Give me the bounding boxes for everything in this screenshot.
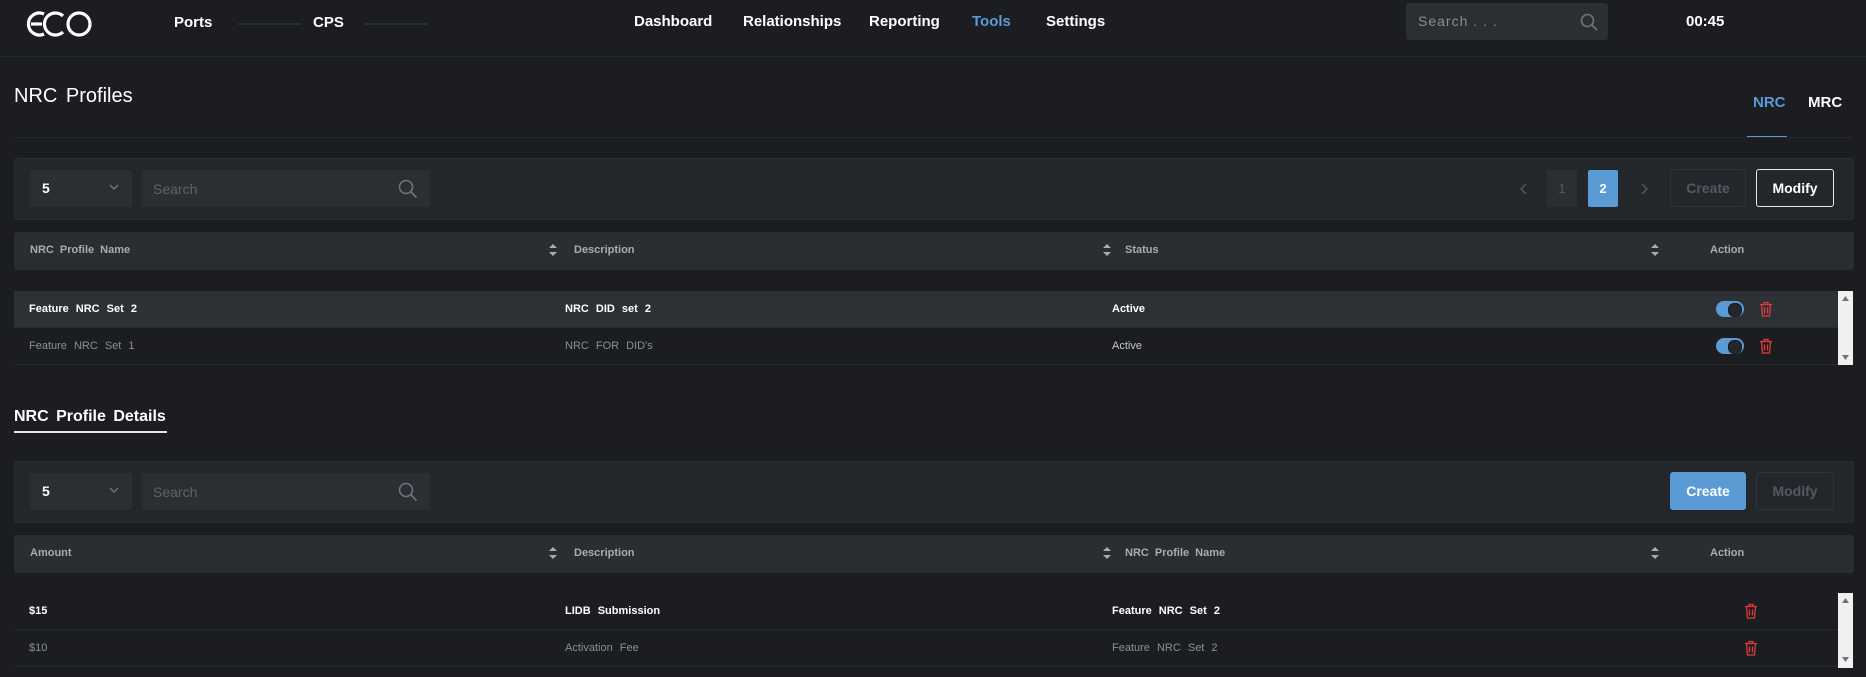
details-toolbar: 5 Search Create Modify bbox=[14, 461, 1854, 523]
sort-icon[interactable] bbox=[1102, 546, 1112, 560]
sort-icon[interactable] bbox=[1102, 243, 1112, 257]
details-modify-button[interactable]: Modify bbox=[1756, 472, 1834, 510]
col-action: Action bbox=[1710, 244, 1745, 256]
profiles-table-header: NRC Profile Name Description Status Acti… bbox=[14, 232, 1854, 270]
sort-icon[interactable] bbox=[548, 243, 558, 257]
search-icon[interactable] bbox=[398, 482, 418, 502]
trash-icon[interactable] bbox=[1759, 301, 1773, 317]
details-search-placeholder: Search bbox=[153, 484, 198, 500]
profiles-search-placeholder: Search bbox=[153, 181, 198, 197]
scroll-down-icon[interactable] bbox=[1842, 355, 1849, 360]
table-row[interactable]: $15 LIDB Submission Feature NRC Set 2 bbox=[14, 593, 1840, 630]
status-cell: Active bbox=[1112, 340, 1142, 352]
tab-mrc[interactable]: MRC bbox=[1808, 94, 1842, 111]
chevron-down-icon bbox=[109, 184, 119, 191]
profile-name-cell: Feature NRC Set 1 bbox=[29, 340, 135, 352]
profiles-page-size-value: 5 bbox=[42, 180, 50, 196]
search-icon[interactable] bbox=[1580, 13, 1598, 31]
profiles-toolbar: 5 Search 1 2 Create Modify bbox=[14, 158, 1854, 220]
col-status[interactable]: Status bbox=[1125, 244, 1159, 256]
profiles-create-button[interactable]: Create bbox=[1670, 169, 1746, 207]
description-cell: LIDB Submission bbox=[565, 605, 661, 617]
details-search-input[interactable]: Search bbox=[142, 473, 430, 510]
page-title: NRC Profiles bbox=[14, 85, 133, 107]
description-cell: NRC FOR DID's bbox=[565, 340, 653, 352]
profiles-page-size-select[interactable]: 5 bbox=[30, 170, 132, 207]
nav-relationships[interactable]: Relationships bbox=[743, 13, 841, 30]
status-cell: Active bbox=[1112, 303, 1146, 315]
eco-logo[interactable] bbox=[22, 8, 96, 40]
page-1-button[interactable]: 1 bbox=[1547, 170, 1577, 207]
col-nrc-profile-name[interactable]: NRC Profile Name bbox=[30, 244, 130, 256]
details-scrollbar[interactable] bbox=[1838, 593, 1853, 668]
tab-nrc[interactable]: NRC bbox=[1753, 94, 1786, 111]
table-row[interactable]: $10 Activation Fee Feature NRC Set 2 bbox=[14, 630, 1840, 667]
trash-icon[interactable] bbox=[1759, 338, 1773, 354]
profile-name-cell: Feature NRC Set 2 bbox=[1112, 642, 1218, 654]
ports-meter-bar bbox=[238, 23, 302, 25]
details-create-button[interactable]: Create bbox=[1670, 472, 1746, 510]
profile-name-cell: Feature NRC Set 2 bbox=[1112, 605, 1220, 617]
sort-icon[interactable] bbox=[548, 546, 558, 560]
description-cell: NRC DID set 2 bbox=[565, 303, 651, 315]
page-2-button[interactable]: 2 bbox=[1588, 170, 1618, 207]
profiles-modify-button[interactable]: Modify bbox=[1756, 169, 1834, 207]
nav-reporting[interactable]: Reporting bbox=[869, 13, 940, 30]
nav-cps-meter[interactable]: CPS bbox=[313, 14, 344, 31]
trash-icon[interactable] bbox=[1744, 603, 1758, 619]
table-row[interactable]: Feature NRC Set 1 NRC FOR DID's Active bbox=[14, 328, 1840, 365]
scroll-down-icon[interactable] bbox=[1842, 657, 1849, 662]
profiles-search-input[interactable]: Search bbox=[142, 170, 430, 207]
col-nrc-profile-name[interactable]: NRC Profile Name bbox=[1125, 547, 1225, 559]
scroll-up-icon[interactable] bbox=[1842, 598, 1849, 603]
chevron-right-icon[interactable] bbox=[1639, 183, 1649, 195]
status-toggle[interactable] bbox=[1716, 338, 1744, 354]
scroll-up-icon[interactable] bbox=[1842, 296, 1849, 301]
col-description[interactable]: Description bbox=[574, 244, 635, 256]
col-action: Action bbox=[1710, 547, 1745, 559]
profile-name-cell: Feature NRC Set 2 bbox=[29, 303, 137, 315]
details-section-title: NRC Profile Details bbox=[14, 408, 166, 425]
description-cell: Activation Fee bbox=[565, 642, 639, 654]
global-search-placeholder: Search . . . bbox=[1418, 13, 1498, 29]
details-page-size-select[interactable]: 5 bbox=[30, 473, 132, 510]
status-toggle[interactable] bbox=[1716, 301, 1744, 317]
trash-icon[interactable] bbox=[1744, 640, 1758, 656]
col-amount[interactable]: Amount bbox=[30, 547, 72, 559]
chevron-left-icon[interactable] bbox=[1519, 183, 1529, 195]
profiles-scrollbar[interactable] bbox=[1838, 291, 1853, 365]
details-page-size-value: 5 bbox=[42, 483, 50, 499]
amount-cell: $10 bbox=[29, 642, 48, 654]
top-nav-bar: Ports CPS Dashboard Relationships Report… bbox=[0, 0, 1866, 57]
session-clock: 00:45 bbox=[1686, 13, 1725, 30]
details-title-underline bbox=[14, 431, 167, 433]
cps-meter-bar bbox=[364, 23, 428, 25]
nav-tools[interactable]: Tools bbox=[972, 13, 1011, 30]
global-search-input[interactable]: Search . . . bbox=[1406, 3, 1608, 40]
details-table-header: Amount Description NRC Profile Name Acti… bbox=[14, 535, 1854, 573]
search-icon[interactable] bbox=[398, 179, 418, 199]
chevron-down-icon bbox=[109, 487, 119, 494]
nav-settings[interactable]: Settings bbox=[1046, 13, 1105, 30]
sort-icon[interactable] bbox=[1650, 243, 1660, 257]
amount-cell: $15 bbox=[29, 605, 48, 617]
heading-divider bbox=[14, 137, 1852, 138]
table-row[interactable]: Feature NRC Set 2 NRC DID set 2 Active bbox=[14, 291, 1840, 328]
col-description[interactable]: Description bbox=[574, 547, 635, 559]
sort-icon[interactable] bbox=[1650, 546, 1660, 560]
nav-dashboard[interactable]: Dashboard bbox=[634, 13, 712, 30]
nav-ports-meter[interactable]: Ports bbox=[174, 14, 212, 31]
